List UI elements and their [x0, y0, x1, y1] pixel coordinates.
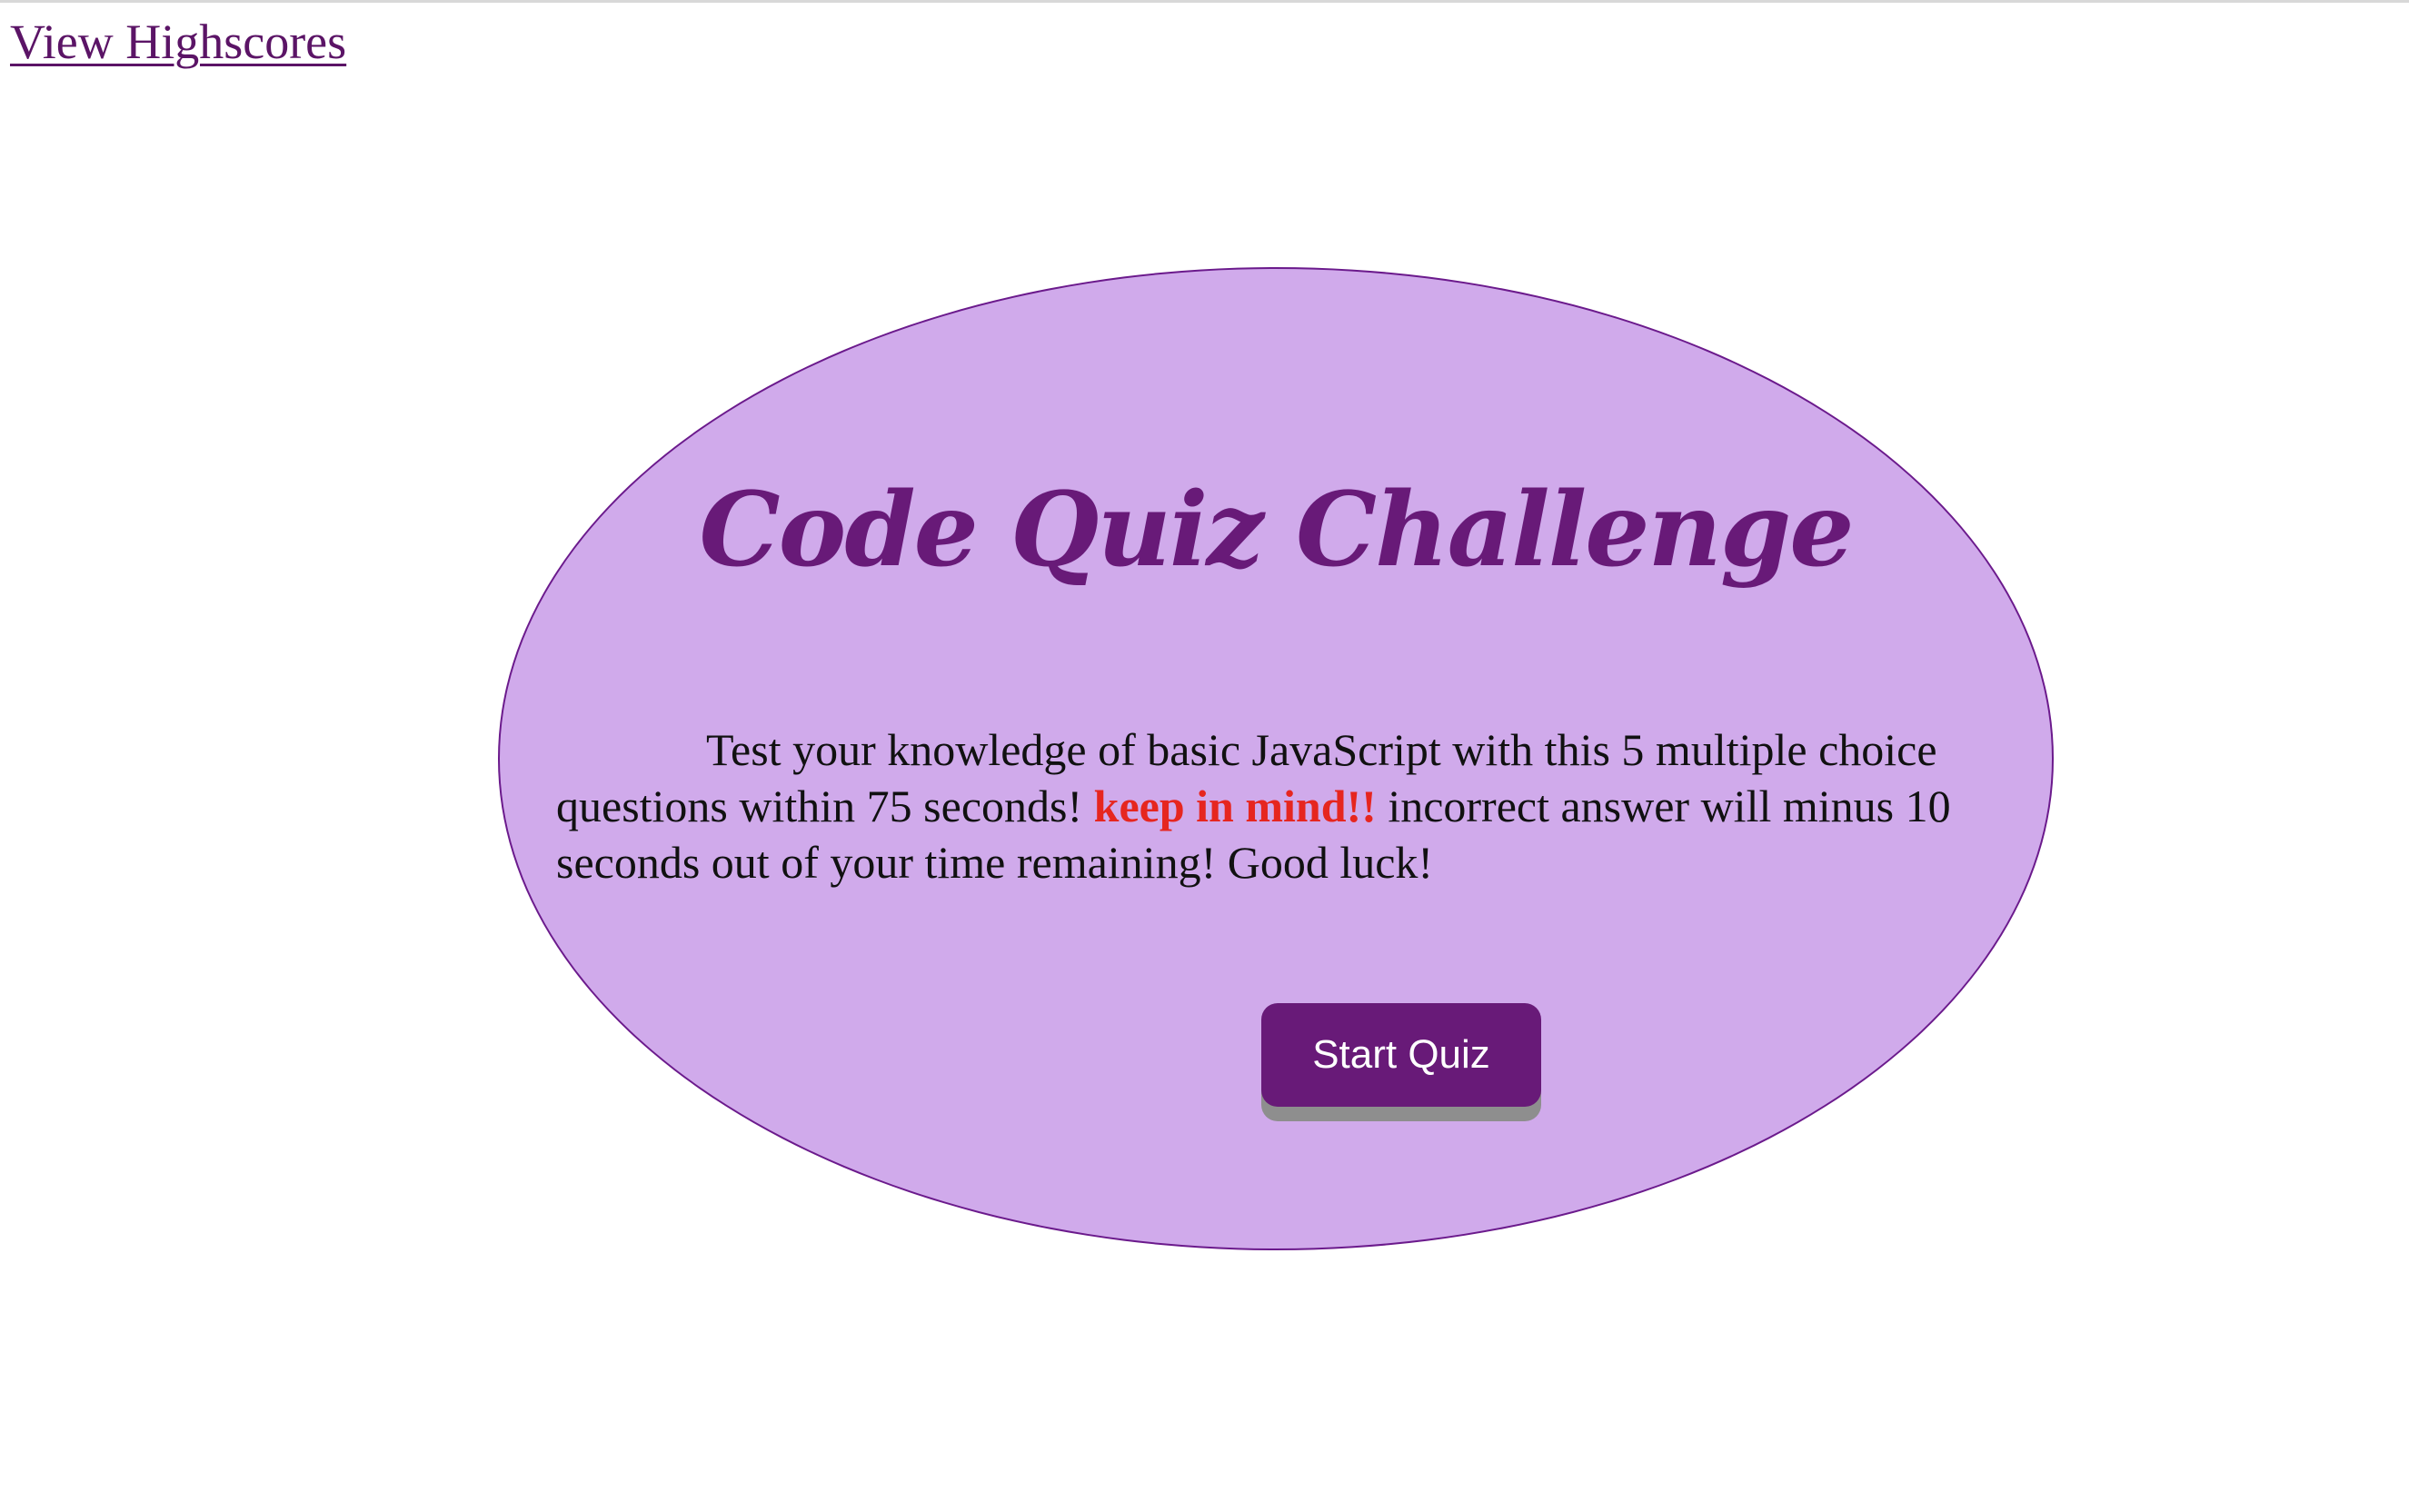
quiz-instructions: Test your knowledge of basic JavaScript … — [556, 721, 2010, 890]
quiz-title: Code Quiz Challenge — [699, 471, 1854, 590]
top-divider — [0, 0, 2409, 3]
instructions-warning: keep in mind!! — [1093, 781, 1377, 831]
view-highscores-link[interactable]: View Highscores — [10, 13, 346, 71]
quiz-intro-card: Code Quiz Challenge Test your knowledge … — [498, 267, 2054, 1250]
start-quiz-button[interactable]: Start Quiz — [1261, 1003, 1541, 1107]
